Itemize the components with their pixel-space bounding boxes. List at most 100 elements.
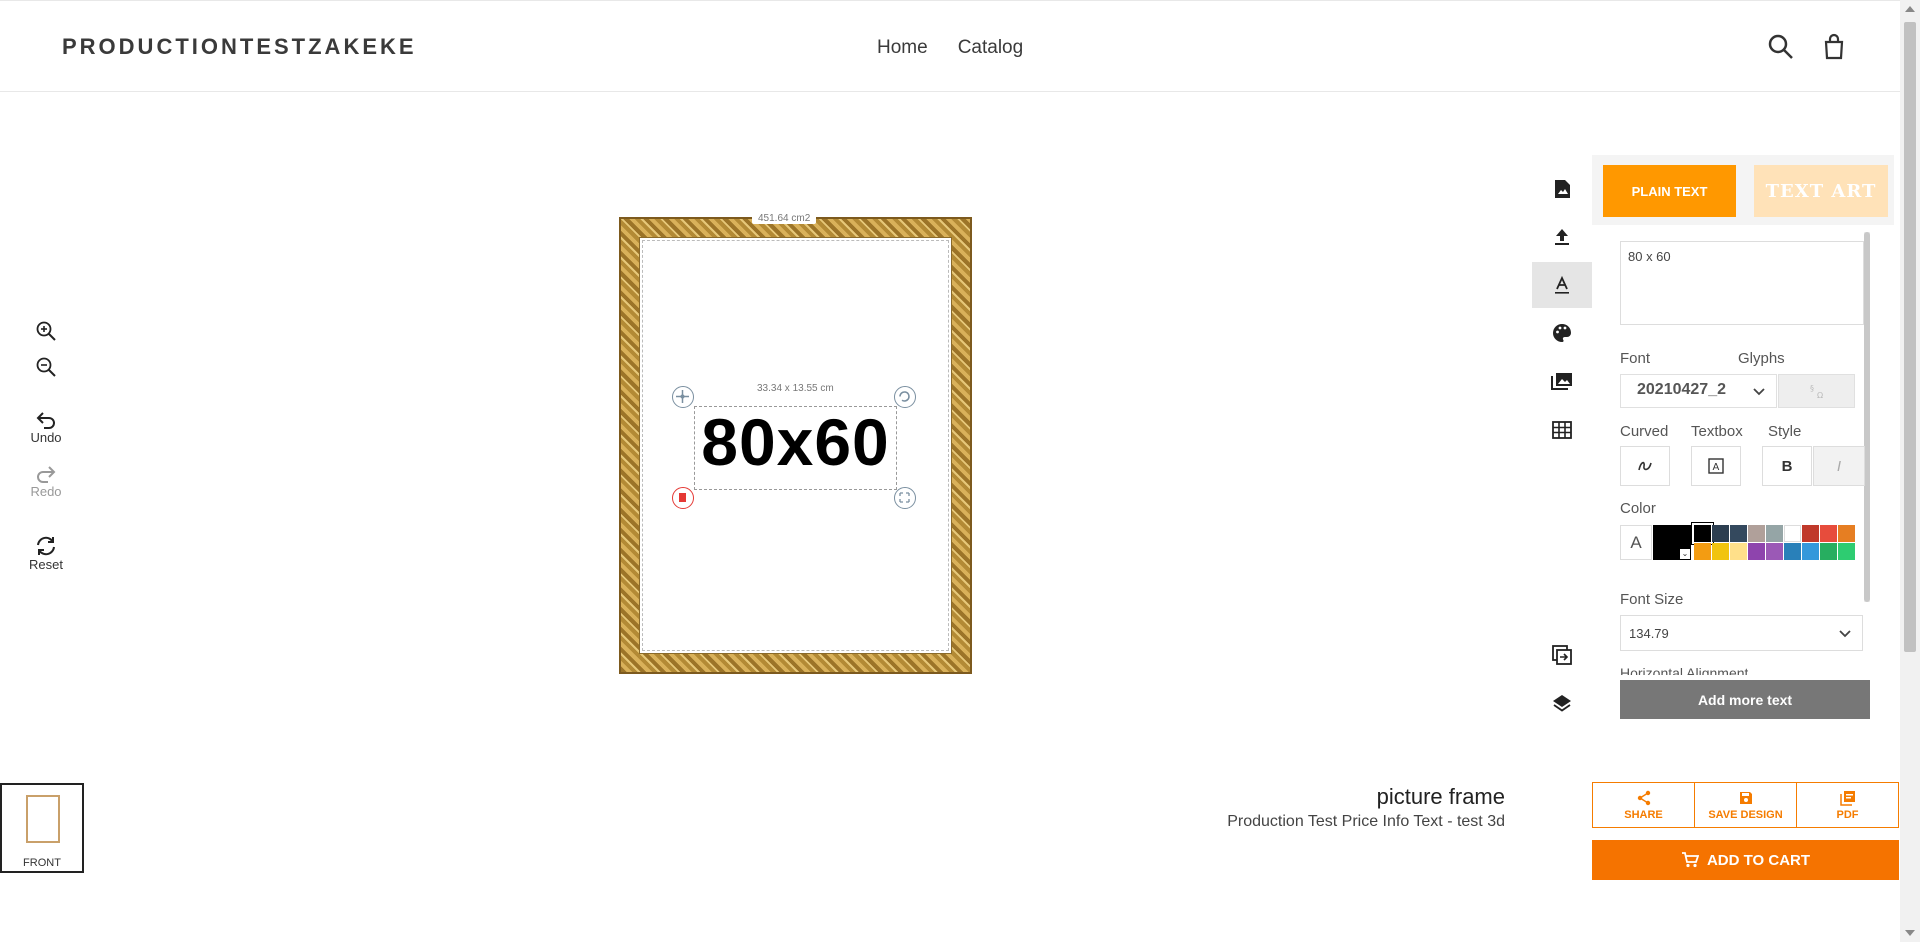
move-handle-icon[interactable] (672, 386, 694, 408)
reset-icon (37, 536, 55, 556)
add-to-cart-label: ADD TO CART (1706, 851, 1811, 869)
scroll-thumb[interactable] (1904, 22, 1916, 652)
svg-text:Ω: Ω (1817, 391, 1823, 400)
tab-text-art[interactable]: TEXT ART (1754, 165, 1888, 217)
layers-icon (1553, 695, 1571, 712)
tool-text[interactable] (1532, 262, 1592, 308)
cart-icon (1681, 852, 1699, 868)
thumbnail-label: FRONT (23, 857, 61, 869)
tool-grid[interactable] (1532, 407, 1592, 453)
color-swatch[interactable] (1784, 543, 1801, 560)
color-swatch[interactable] (1838, 543, 1855, 560)
share-button[interactable]: SHARE (1593, 783, 1695, 827)
palette-icon (1553, 324, 1571, 342)
search-icon[interactable] (1767, 33, 1795, 61)
color-swatch[interactable] (1748, 525, 1765, 542)
color-swatch[interactable] (1694, 543, 1711, 560)
page-scrollbar[interactable] (1900, 0, 1920, 942)
tool-copy[interactable] (1532, 632, 1592, 678)
glyphs-button[interactable]: § Ω (1778, 374, 1855, 408)
color-swatch[interactable] (1784, 525, 1801, 542)
zoom-out-button[interactable] (20, 356, 72, 378)
save-design-button[interactable]: SAVE DESIGN (1695, 783, 1797, 827)
text-input[interactable]: 80 x 60 (1620, 241, 1864, 325)
rotate-handle-icon[interactable] (894, 386, 916, 408)
color-swatch[interactable] (1692, 523, 1713, 544)
font-size-value: 134.79 (1629, 626, 1669, 641)
pdf-icon (1839, 790, 1855, 806)
tool-gallery[interactable] (1532, 358, 1592, 404)
font-size-select[interactable]: 134.79 (1620, 615, 1863, 651)
save-icon (1739, 791, 1752, 804)
textbox-icon: A (1708, 458, 1724, 474)
italic-button[interactable]: I (1813, 446, 1865, 486)
delete-handle-icon[interactable] (672, 487, 694, 509)
font-select[interactable]: 20210427_2 (1620, 374, 1777, 408)
color-swatch[interactable] (1730, 525, 1747, 542)
site-logo[interactable]: PRODUCTIONTESTZAKEKE (62, 34, 417, 60)
zoom-in-button[interactable] (20, 320, 72, 342)
panel-scroll-thumb[interactable] (1864, 232, 1870, 602)
font-label: Font (1620, 350, 1651, 367)
svg-text:A: A (1713, 462, 1720, 473)
redo-button[interactable]: Redo (20, 464, 72, 499)
zoom-in-icon (36, 321, 56, 341)
font-size-label: Font Size (1620, 591, 1684, 608)
scroll-down-arrow[interactable] (1905, 930, 1915, 936)
tab-plain-text[interactable]: PLAIN TEXT (1603, 165, 1736, 217)
text-color-a[interactable]: A (1620, 525, 1652, 560)
glyphs-icon: §Ω (1810, 384, 1823, 400)
redo-label: Redo (30, 484, 62, 499)
chevron-down-icon: ⌄ (1680, 549, 1690, 559)
site-header: PRODUCTIONTESTZAKEKE Home Catalog (0, 0, 1900, 92)
color-swatch[interactable] (1748, 543, 1765, 560)
curved-button[interactable] (1620, 446, 1670, 486)
undo-button[interactable]: Undo (20, 410, 72, 445)
textbox-button[interactable]: A (1691, 446, 1741, 486)
tool-upload[interactable] (1532, 214, 1592, 260)
side-thumbnail-front[interactable]: FRONT (0, 783, 84, 873)
design-text-item[interactable]: 80x60 (694, 404, 897, 480)
bold-button[interactable]: B (1762, 446, 1812, 486)
reset-label: Reset (29, 557, 63, 572)
chevron-down-icon (1839, 630, 1851, 638)
style-label: Style (1768, 423, 1802, 440)
current-color-swatch[interactable]: ⌄ (1653, 525, 1691, 560)
save-design-label: SAVE DESIGN (1708, 808, 1783, 821)
undo-icon (36, 412, 55, 429)
panel-scrollbar[interactable] (1864, 232, 1870, 602)
add-to-cart-button[interactable]: ADD TO CART (1592, 840, 1899, 880)
nav-catalog[interactable]: Catalog (958, 37, 1024, 59)
color-label: Color (1620, 500, 1656, 517)
pdf-button[interactable]: PDF (1797, 783, 1898, 827)
font-select-value: 20210427_2 (1637, 381, 1726, 398)
share-icon (1637, 790, 1650, 805)
reset-button[interactable]: Reset (20, 535, 72, 572)
tool-images[interactable] (1532, 166, 1592, 212)
color-swatch[interactable] (1802, 525, 1819, 542)
resize-handle-icon[interactable] (894, 487, 916, 509)
curve-icon (1638, 461, 1652, 471)
color-swatch[interactable] (1802, 543, 1819, 560)
textbox-label: Textbox (1691, 423, 1743, 440)
color-swatch[interactable] (1712, 525, 1729, 542)
color-swatches (1692, 523, 1855, 560)
share-label: SHARE (1624, 808, 1663, 821)
color-swatch[interactable] (1766, 543, 1783, 560)
color-swatch[interactable] (1730, 543, 1747, 560)
product-name: picture frame (1376, 784, 1505, 809)
svg-text:§: § (1810, 384, 1814, 393)
pdf-label: PDF (1836, 808, 1859, 821)
color-swatch[interactable] (1712, 543, 1729, 560)
add-more-text-button[interactable]: Add more text (1620, 680, 1870, 719)
color-swatch[interactable] (1766, 525, 1783, 542)
tool-layers[interactable] (1532, 680, 1592, 726)
nav-home[interactable]: Home (877, 37, 928, 59)
cart-icon[interactable] (1820, 33, 1848, 61)
area-label: 451.64 cm2 (752, 213, 817, 224)
scroll-up-arrow[interactable] (1905, 6, 1915, 12)
color-swatch[interactable] (1820, 543, 1837, 560)
color-swatch[interactable] (1838, 525, 1855, 542)
tool-colors[interactable] (1532, 310, 1592, 356)
color-swatch[interactable] (1820, 525, 1837, 542)
